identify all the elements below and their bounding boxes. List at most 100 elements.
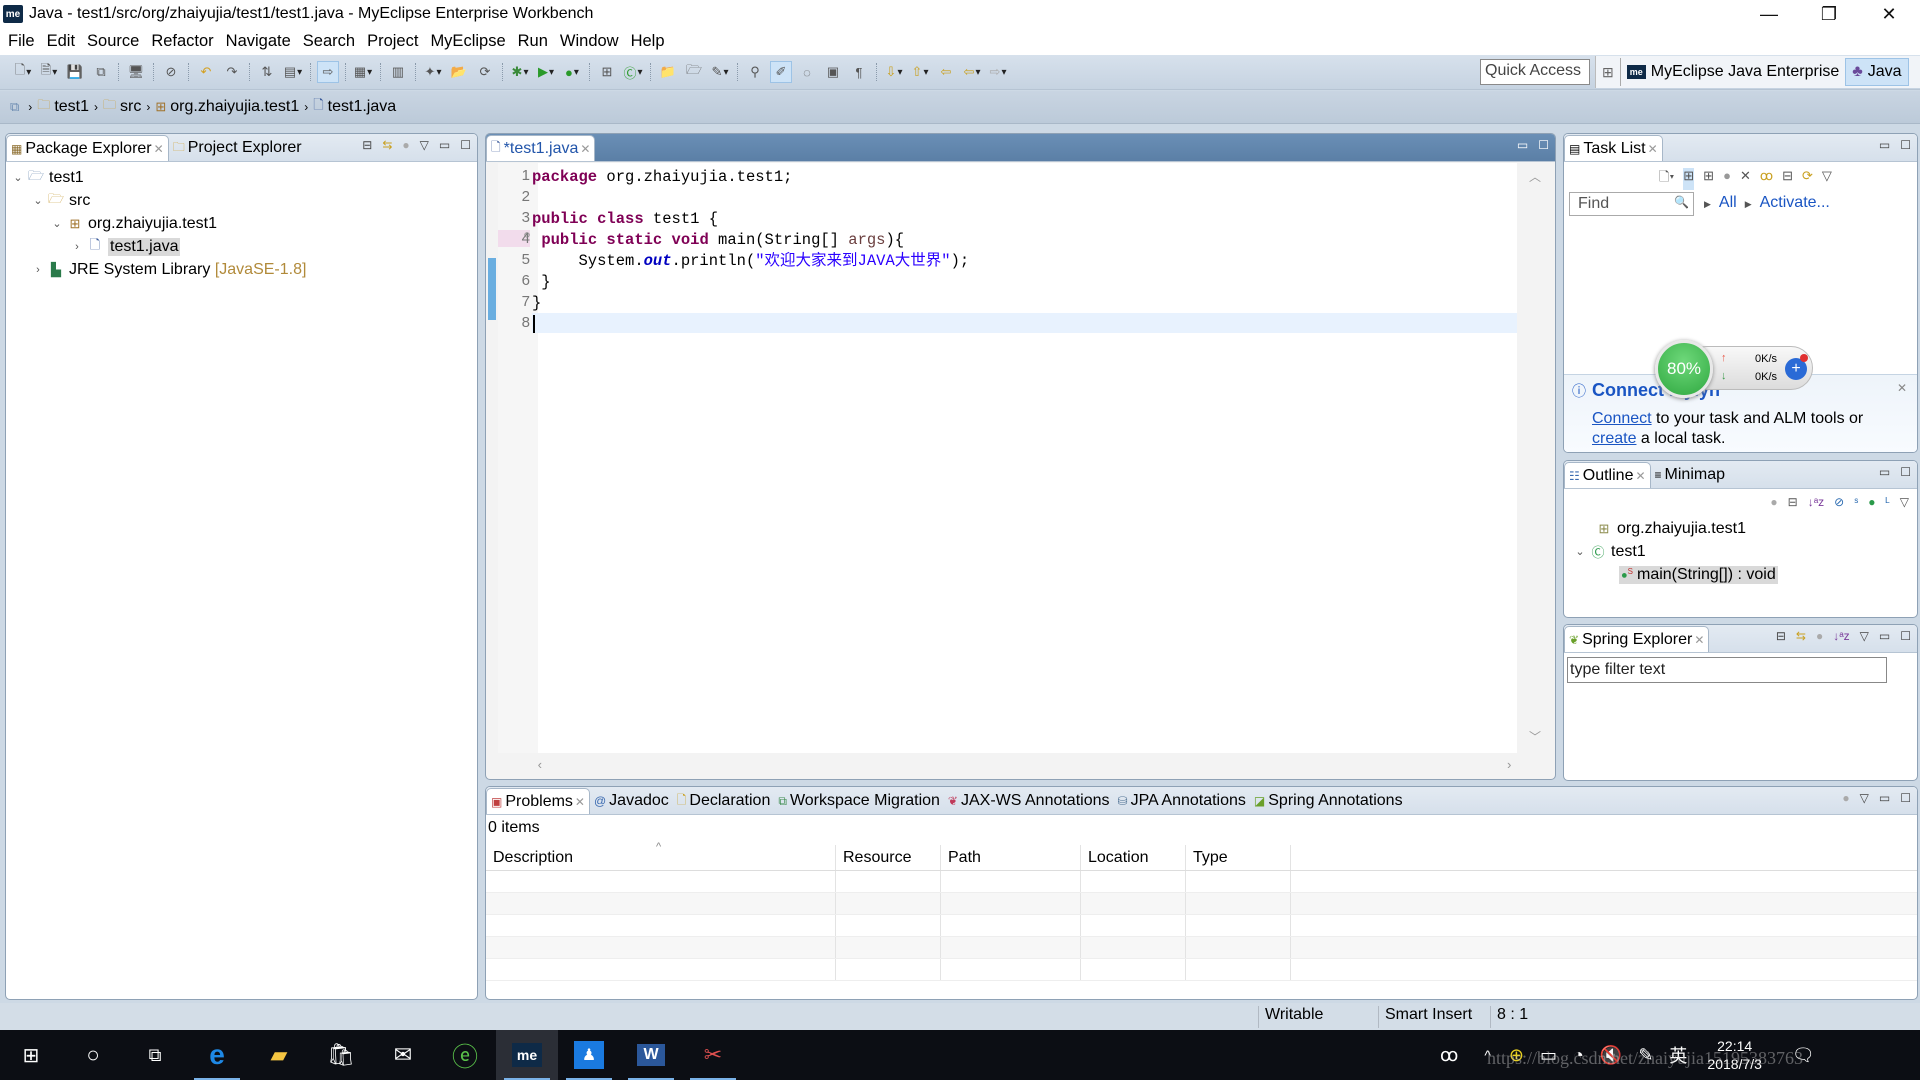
tab-outline[interactable]: ☷ Outline ✕ — [1564, 462, 1651, 488]
outline-item-method[interactable]: ●S main(String[]) : void — [1564, 563, 1917, 586]
minimize-view-icon[interactable]: ▭ — [439, 138, 450, 152]
maximize-view-icon[interactable]: ☐ — [1900, 629, 1911, 643]
start-button[interactable]: ⊞ — [0, 1030, 62, 1080]
maximize-view-icon[interactable]: ☐ — [1900, 465, 1911, 479]
scroll-right-icon[interactable]: › — [1505, 758, 1513, 773]
tab-spring-explorer[interactable]: ❦ Spring Explorer ✕ — [1564, 626, 1710, 652]
debug-icon[interactable]: ✱ — [509, 61, 531, 83]
save-icon[interactable]: 💾 — [64, 61, 86, 83]
menu-window[interactable]: Window — [560, 32, 619, 51]
tab-workspace-migration[interactable]: ⧉ Workspace Migration — [774, 788, 944, 814]
connect-link[interactable]: Connect — [1592, 410, 1652, 427]
tree-item-jre-library[interactable]: › ▙ JRE System Library [JavaSE-1.8] — [6, 258, 477, 281]
open-project-icon[interactable]: 📁 — [657, 61, 679, 83]
mail-icon[interactable]: ✉ — [372, 1030, 434, 1080]
menu-navigate[interactable]: Navigate — [226, 32, 291, 51]
code-area[interactable]: 1 package org.zhaiyujia.test1; 2 3 publi… — [486, 163, 1555, 779]
block-selection-icon[interactable]: ◌ — [796, 61, 818, 83]
close-tab-icon[interactable]: ✕ — [1648, 142, 1658, 156]
server-icon[interactable]: ▤ — [282, 61, 304, 83]
minimize-view-icon[interactable]: ▭ — [1517, 138, 1528, 152]
perspective-java[interactable]: ♣ Java — [1845, 58, 1909, 86]
close-tab-icon[interactable]: ✕ — [1694, 633, 1704, 647]
qq-icon[interactable]: ♟ — [558, 1030, 620, 1080]
new-project-icon[interactable]: 🗎 — [38, 61, 60, 83]
maximize-view-icon[interactable]: ☐ — [1900, 791, 1911, 805]
network-speed-widget[interactable]: 80% ↑ ↓ 0K/s 0K/s + — [1655, 340, 1815, 398]
sync-icon[interactable]: ⟳ — [1802, 168, 1813, 190]
menu-file[interactable]: File — [8, 32, 35, 51]
filter-icon[interactable]: ● — [1816, 629, 1823, 643]
collapse-all-icon[interactable]: ⊟ — [362, 138, 372, 152]
link-with-editor-icon[interactable]: ⇆ — [382, 138, 392, 152]
perspective-myeclipse-java-enterprise[interactable]: me MyEclipse Java Enterprise — [1621, 58, 1846, 86]
tree-item-src[interactable]: ⌄ 🗁 src — [6, 189, 477, 212]
maximize-view-icon[interactable]: ☐ — [1900, 138, 1911, 152]
tab-problems[interactable]: ▣ Problems ✕ — [486, 788, 590, 814]
redo-icon[interactable]: ↷ — [221, 61, 243, 83]
status-insert-mode[interactable]: Smart Insert — [1378, 1006, 1472, 1028]
word-wrap-icon[interactable]: ▣ — [822, 61, 844, 83]
column-path[interactable]: Path — [941, 845, 1081, 870]
quick-access-input[interactable]: Quick Access — [1480, 59, 1590, 85]
breadcrumb-item-file[interactable]: test1.java — [328, 98, 396, 116]
deploy-icon[interactable]: ⇅ — [256, 61, 278, 83]
open-file-icon[interactable]: 🗁 — [683, 61, 705, 83]
find-task-input[interactable]: Find 🔍 — [1569, 192, 1694, 216]
people-icon[interactable]: ꝏ — [1440, 1045, 1458, 1066]
scroll-left-icon[interactable]: ‹ — [536, 758, 544, 773]
tab-jpa-annotations[interactable]: ⛁ JPA Annotations — [1114, 788, 1250, 814]
chevron-right-icon[interactable]: › — [30, 264, 46, 276]
menu-myeclipse[interactable]: MyEclipse — [430, 32, 505, 51]
console-icon[interactable]: 🖥 — [125, 61, 147, 83]
tab-task-list[interactable]: ▤ Task List ✕ — [1564, 135, 1663, 161]
filter-people-icon[interactable]: ꝏ — [1760, 168, 1773, 190]
scroll-up-icon[interactable]: ︿ — [1529, 168, 1541, 185]
tab-spring-annotations[interactable]: ◪ Spring Annotations — [1250, 788, 1407, 814]
back-icon[interactable]: ⇦ — [961, 61, 983, 83]
minimize-view-icon[interactable]: ▭ — [1879, 629, 1890, 643]
column-resource[interactable]: Resource — [836, 845, 941, 870]
open-perspective-button[interactable]: ⊞ — [1596, 58, 1621, 86]
maximize-view-icon[interactable]: ☐ — [1538, 138, 1549, 152]
tab-minimap[interactable]: ≡ Minimap — [1651, 462, 1729, 488]
skip-breakpoints-icon[interactable]: ⊘ — [160, 61, 182, 83]
table-icon[interactable]: ▥ — [387, 61, 409, 83]
focus-icon[interactable]: ● — [1723, 168, 1731, 190]
menu-search[interactable]: Search — [303, 32, 355, 51]
breadcrumb-item-package[interactable]: org.zhaiyujia.test1 — [170, 98, 299, 116]
chevron-down-icon[interactable]: ⌄ — [49, 217, 65, 230]
close-banner-icon[interactable]: ✕ — [1897, 381, 1907, 395]
view-menu-icon[interactable]: ▽ — [1900, 495, 1909, 509]
tree-item-project[interactable]: ⌄ 🗁 test1 — [6, 166, 477, 189]
word-icon[interactable]: W — [620, 1030, 682, 1080]
breadcrumb-item-project[interactable]: test1 — [54, 98, 89, 116]
scroll-down-icon[interactable]: ﹀ — [1529, 728, 1541, 745]
column-type[interactable]: Type — [1186, 845, 1291, 870]
chevron-right-icon[interactable]: › — [69, 241, 85, 253]
chevron-down-icon[interactable]: ⌄ — [10, 171, 26, 184]
new-task-icon[interactable]: 🗋▾ — [1659, 168, 1674, 190]
menu-edit[interactable]: Edit — [47, 32, 75, 51]
menu-run[interactable]: Run — [518, 32, 548, 51]
new-package-icon[interactable]: ⊞ — [596, 61, 618, 83]
search-task-icon[interactable]: ⚲ — [744, 61, 766, 83]
cortana-icon[interactable]: ○ — [62, 1030, 124, 1080]
categorized-icon[interactable]: ⊞ — [1683, 168, 1695, 190]
create-task-link[interactable]: create — [1592, 430, 1636, 447]
hide-local-types-icon[interactable]: ᴸ — [1886, 495, 1890, 509]
close-tab-icon[interactable]: ✕ — [575, 795, 585, 809]
tab-test1-java[interactable]: 🗋 *test1.java ✕ — [486, 135, 596, 161]
column-location[interactable]: Location — [1081, 845, 1186, 870]
grid-icon[interactable]: ▦ — [352, 61, 374, 83]
filter-all-link[interactable]: All — [1719, 194, 1737, 214]
minimize-view-icon[interactable]: ▭ — [1879, 791, 1890, 805]
edge-browser-icon[interactable]: e — [186, 1030, 248, 1080]
open-type-icon[interactable]: ⇨ — [317, 61, 339, 83]
focus-icon[interactable]: ● — [1770, 495, 1777, 509]
view-menu-icon[interactable]: ▽ — [1822, 168, 1832, 190]
tab-package-explorer[interactable]: ▦ Package Explorer ✕ — [6, 135, 169, 161]
maximize-view-icon[interactable]: ☐ — [460, 138, 471, 152]
collapse-all-icon[interactable]: ⊟ — [1776, 629, 1786, 643]
minimize-button[interactable]: — — [1740, 0, 1798, 28]
